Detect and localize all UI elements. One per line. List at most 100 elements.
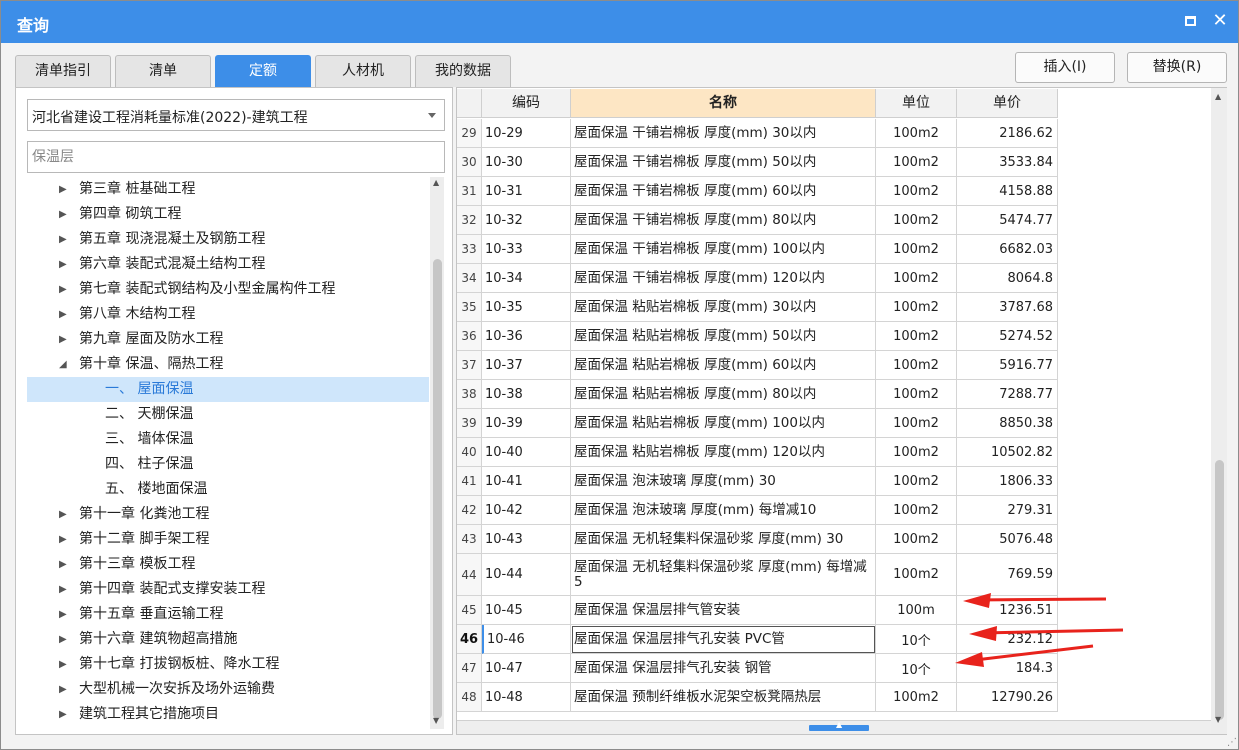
tree-scrollbar[interactable]: ▲ ▼: [430, 177, 444, 729]
tree-item[interactable]: 二、 天棚保温: [27, 402, 429, 427]
scroll-up-icon[interactable]: ▲: [1215, 93, 1221, 101]
table-scrollbar[interactable]: ▲ ▼: [1211, 88, 1227, 734]
triangle-right-icon[interactable]: ▶: [59, 252, 67, 277]
table-row[interactable]: 29 10-29 屋面保温 干铺岩棉板 厚度(mm) 30以内 100m2 2186.6…: [457, 119, 1058, 148]
tree-item[interactable]: ▶ 第十四章 装配式支撑安装工程: [27, 577, 429, 602]
table-row[interactable]: 37 10-37 屋面保温 粘贴岩棉板 厚度(mm) 60以内 100m2 5916.7…: [457, 351, 1058, 380]
header-price[interactable]: 单价: [957, 89, 1058, 118]
triangle-right-icon[interactable]: ▶: [59, 577, 67, 602]
tree-item[interactable]: ◢ 第十章 保温、隔热工程: [27, 352, 429, 377]
tab-quota[interactable]: 定额: [215, 55, 311, 87]
row-index: 44: [457, 554, 482, 596]
triangle-right-icon[interactable]: ▶: [59, 627, 67, 652]
triangle-right-icon[interactable]: ▶: [59, 202, 67, 227]
tab-bill-guide[interactable]: 清单指引: [15, 55, 111, 87]
tree-item[interactable]: ▶ 第六章 装配式混凝土结构工程: [27, 252, 429, 277]
table-row[interactable]: 48 10-48 屋面保温 预制纤维板水泥架空板凳隔热层 100m2 12790.26: [457, 683, 1058, 712]
name-cell-text: 屋面保温 预制纤维板水泥架空板凳隔热层: [574, 688, 822, 705]
search-field[interactable]: [27, 141, 445, 173]
name-cell-text: 屋面保温 保温层排气管安装: [574, 601, 741, 618]
table-row[interactable]: 41 10-41 屋面保温 泡沫玻璃 厚度(mm) 30 100m2 1806.33: [457, 467, 1058, 496]
name-cell-text: 屋面保温 粘贴岩棉板 厚度(mm) 50以内: [574, 327, 817, 344]
tree-item[interactable]: ▶ 第十三章 模板工程: [27, 552, 429, 577]
search-input[interactable]: [28, 142, 444, 172]
table-row[interactable]: 32 10-32 屋面保温 干铺岩棉板 厚度(mm) 80以内 100m2 5474.7…: [457, 206, 1058, 235]
resize-grip-icon[interactable]: ⋰: [1227, 737, 1238, 749]
table-row[interactable]: 40 10-40 屋面保温 粘贴岩棉板 厚度(mm) 120以内 100m2 10502…: [457, 438, 1058, 467]
close-icon[interactable]: ✕: [1209, 9, 1231, 33]
table-row[interactable]: 39 10-39 屋面保温 粘贴岩棉板 厚度(mm) 100以内 100m2 8850.…: [457, 409, 1058, 438]
table-row[interactable]: 44 10-44 屋面保温 无机轻集料保温砂浆 厚度(mm) 每增减5 100m2 76…: [457, 554, 1058, 596]
tree-item-label: 第十七章 打拔钢板桩、降水工程: [79, 656, 280, 672]
tree-item[interactable]: 三、 墙体保温: [27, 427, 429, 452]
splitter-grip[interactable]: ▲: [809, 721, 869, 731]
tree-item[interactable]: ▶ 第十一章 化粪池工程: [27, 502, 429, 527]
tree-scroll-thumb[interactable]: [433, 259, 442, 719]
replace-button[interactable]: 替换(R): [1127, 52, 1227, 83]
tree-item[interactable]: ▶ 第十二章 脚手架工程: [27, 527, 429, 552]
triangle-right-icon[interactable]: ▶: [59, 527, 67, 552]
tree-item[interactable]: ▶ 第九章 屋面及防水工程: [27, 327, 429, 352]
triangle-right-icon[interactable]: ▶: [59, 652, 67, 677]
table-scroll-thumb[interactable]: [1215, 460, 1224, 720]
name-cell: 屋面保温 粘贴岩棉板 厚度(mm) 80以内: [571, 380, 876, 409]
triangle-right-icon[interactable]: ▶: [59, 277, 67, 302]
maximize-icon[interactable]: [1180, 11, 1200, 31]
table-row[interactable]: 43 10-43 屋面保温 无机轻集料保温砂浆 厚度(mm) 30 100m2 5076…: [457, 525, 1058, 554]
scroll-down-icon[interactable]: ▼: [1215, 716, 1221, 724]
scroll-down-icon[interactable]: ▼: [433, 717, 439, 725]
table-row[interactable]: 46 10-46 屋面保温 保温层排气孔安装 PVC管 10个 232.12: [457, 625, 1058, 654]
tab-my-data[interactable]: 我的数据: [415, 55, 511, 87]
tree-item[interactable]: ▶ 第十七章 打拔钢板桩、降水工程: [27, 652, 429, 677]
tree-item[interactable]: ▶ 大型机械一次安拆及场外运输费: [27, 677, 429, 702]
table-row[interactable]: 45 10-45 屋面保温 保温层排气管安装 100m 1236.51: [457, 596, 1058, 625]
title-bar[interactable]: 查询 ✕: [1, 1, 1238, 43]
tab-materials[interactable]: 人材机: [315, 55, 411, 87]
triangle-right-icon[interactable]: ▶: [59, 302, 67, 327]
code-cell-text: 10-35: [485, 299, 523, 315]
code-cell-text: 10-33: [485, 241, 523, 257]
tree-item[interactable]: 五、 楼地面保温: [27, 477, 429, 502]
tree-item[interactable]: 四、 柱子保温: [27, 452, 429, 477]
tab-bill[interactable]: 清单: [115, 55, 211, 87]
insert-button[interactable]: 插入(I): [1015, 52, 1115, 83]
unit-cell: 100m2: [876, 409, 957, 438]
header-code[interactable]: 编码: [482, 89, 571, 118]
tree-item[interactable]: ▶ 第七章 装配式钢结构及小型金属构件工程: [27, 277, 429, 302]
triangle-right-icon[interactable]: ▶: [59, 502, 67, 527]
triangle-down-icon[interactable]: ◢: [59, 352, 67, 377]
table-row[interactable]: 31 10-31 屋面保温 干铺岩棉板 厚度(mm) 60以内 100m2 4158.8…: [457, 177, 1058, 206]
tree-item[interactable]: 一、 屋面保温: [27, 377, 429, 402]
header-name[interactable]: 名称: [571, 89, 876, 118]
triangle-right-icon[interactable]: ▶: [59, 702, 67, 727]
table-row[interactable]: 35 10-35 屋面保温 粘贴岩棉板 厚度(mm) 30以内 100m2 3787.6…: [457, 293, 1058, 322]
scroll-up-icon[interactable]: ▲: [433, 179, 439, 187]
triangle-right-icon[interactable]: ▶: [59, 227, 67, 252]
triangle-right-icon[interactable]: ▶: [59, 552, 67, 577]
tree-item[interactable]: ▶ 第八章 木结构工程: [27, 302, 429, 327]
header-unit[interactable]: 单位: [876, 89, 957, 118]
tree-item-label: 建筑工程其它措施项目: [79, 706, 219, 722]
tree-item[interactable]: ▶ 第十五章 垂直运输工程: [27, 602, 429, 627]
table-row[interactable]: 42 10-42 屋面保温 泡沫玻璃 厚度(mm) 每增减10 100m2 279.31: [457, 496, 1058, 525]
table-row[interactable]: 33 10-33 屋面保温 干铺岩棉板 厚度(mm) 100以内 100m2 6682.…: [457, 235, 1058, 264]
tree-item[interactable]: ▶ 第十六章 建筑物超高措施: [27, 627, 429, 652]
tree-item[interactable]: ▶ 建筑工程其它措施项目: [27, 702, 429, 727]
tree-item[interactable]: ▶ 第五章 现浇混凝土及钢筋工程: [27, 227, 429, 252]
table-row[interactable]: 34 10-34 屋面保温 干铺岩棉板 厚度(mm) 120以内 100m2 8064.…: [457, 264, 1058, 293]
tree-item[interactable]: ▶ 第四章 砌筑工程: [27, 202, 429, 227]
horizontal-splitter[interactable]: ▲: [457, 720, 1211, 734]
table-row[interactable]: 47 10-47 屋面保温 保温层排气孔安装 钢管 10个 184.3: [457, 654, 1058, 683]
tree-item[interactable]: ▶ 第三章 桩基础工程: [27, 177, 429, 202]
table-row[interactable]: 38 10-38 屋面保温 粘贴岩棉板 厚度(mm) 80以内 100m2 7288.7…: [457, 380, 1058, 409]
triangle-right-icon[interactable]: ▶: [59, 177, 67, 202]
table-row[interactable]: 30 10-30 屋面保温 干铺岩棉板 厚度(mm) 50以内 100m2 3533.8…: [457, 148, 1058, 177]
unit-cell: 100m2: [876, 119, 957, 148]
triangle-right-icon[interactable]: ▶: [59, 602, 67, 627]
triangle-right-icon[interactable]: ▶: [59, 677, 67, 702]
tree-item-label: 第九章 屋面及防水工程: [79, 331, 224, 347]
code-cell: 10-34: [482, 264, 571, 293]
library-select[interactable]: 河北省建设工程消耗量标准(2022)-建筑工程: [27, 99, 445, 131]
triangle-right-icon[interactable]: ▶: [59, 327, 67, 352]
table-row[interactable]: 36 10-36 屋面保温 粘贴岩棉板 厚度(mm) 50以内 100m2 5274.5…: [457, 322, 1058, 351]
